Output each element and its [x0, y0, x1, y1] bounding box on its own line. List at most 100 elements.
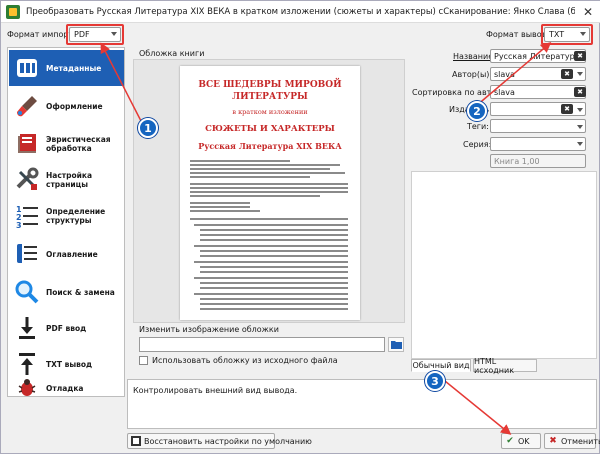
calibre-app-icon [6, 4, 20, 19]
cover-title-line-4: Русская Литература XIX ВЕКА [198, 141, 342, 151]
text-line [200, 266, 348, 268]
search-icon [14, 279, 40, 305]
title-bar: Преобразовать Русская Литература XIX ВЕК… [1, 1, 600, 23]
text-line [190, 206, 250, 208]
text-line [194, 245, 348, 247]
sidebar-item-debug[interactable]: Отладка [9, 378, 124, 398]
series-label: Серия: [463, 140, 492, 149]
tags-label: Теги: [467, 122, 489, 131]
text-line [194, 261, 348, 263]
text-line [200, 287, 348, 289]
clear-publisher-icon[interactable]: ✖ [561, 104, 573, 114]
help-description-text: Контролировать внешний вид вывода. [133, 386, 298, 395]
chevron-down-icon [577, 108, 583, 112]
tools-icon [14, 167, 40, 193]
text-line [200, 234, 348, 236]
author-sort-value: slava [494, 87, 515, 97]
cover-subtitle: в кратком изложении [232, 108, 308, 116]
title-field[interactable]: Русская Литература XIX В [490, 49, 586, 63]
text-line [190, 172, 345, 174]
title-value: Русская Литература XIX В [494, 51, 585, 61]
chevron-down-icon [577, 142, 583, 146]
text-line [200, 308, 348, 310]
restore-defaults-button[interactable]: Восстановить настройки по умолчанию [127, 433, 312, 449]
txt-arrow-icon [14, 351, 40, 377]
folder-icon [390, 341, 402, 349]
cover-heading: Обложка книги [139, 49, 205, 58]
sidebar-item-toc[interactable]: Оглавление [9, 236, 124, 272]
sidebar-item-txt-output[interactable]: TXT вывод [9, 346, 124, 382]
chevron-down-icon [577, 125, 583, 129]
text-line [190, 176, 310, 178]
output-preview-pane [411, 171, 597, 359]
sidebar-item-label: Настройка страницы [46, 171, 93, 189]
text-line [200, 250, 348, 252]
ok-label: OK [518, 436, 530, 446]
tab-html-label: HTML исходник [474, 356, 515, 375]
text-line [194, 224, 348, 226]
cover-title-line-2: ЛИТЕРАТУРЫ [232, 92, 308, 102]
text-line [190, 168, 330, 170]
author-label: Автор(ы): [452, 70, 493, 79]
book-number-spinner[interactable]: Книга 1,00 [490, 154, 586, 168]
sidebar-item-label: Эвристическая обработка [46, 135, 111, 153]
brush-icon [14, 93, 40, 119]
text-line [200, 282, 348, 284]
text-line [190, 195, 320, 197]
annotation-badge-1: 1 [138, 118, 158, 138]
toc-icon [14, 241, 40, 267]
sidebar-item-label: Оформление [46, 101, 103, 111]
text-line [200, 303, 348, 305]
text-line [190, 164, 340, 166]
restore-defaults-label: Восстановить настройки по умолчанию [144, 436, 312, 446]
sidebar-item-label: Отладка [46, 383, 84, 393]
cover-preview-area: ВСЕ ШЕДЕВРЫ МИРОВОЙ ЛИТЕРАТУРЫ в кратком… [133, 59, 405, 323]
sidebar-item-metadata[interactable]: Метаданные [9, 50, 124, 86]
help-description-box: Контролировать внешний вид вывода. [127, 379, 597, 429]
sidebar-item-structure[interactable]: 123 Определение структуры [9, 198, 124, 234]
clear-author-icon[interactable]: ✖ [561, 69, 573, 79]
cancel-label: Отменить [561, 436, 600, 446]
text-line [200, 239, 348, 241]
ok-button[interactable]: ✔ OK [501, 433, 541, 449]
checkmark-icon: ✔ [506, 436, 514, 446]
close-icon[interactable]: ✕ [575, 1, 600, 23]
author-sort-field[interactable]: slava [490, 85, 586, 99]
sidebar-item-label: Оглавление [46, 249, 98, 259]
sidebar-item-heuristics[interactable]: Эвристическая обработка [9, 126, 124, 162]
pdf-arrow-icon [14, 315, 40, 341]
window-title: Преобразовать Русская Литература XIX ВЕК… [26, 6, 575, 17]
sidebar-item-search-replace[interactable]: Поиск & замена [9, 274, 124, 310]
tags-field[interactable] [490, 119, 586, 133]
cover-page-image: ВСЕ ШЕДЕВРЫ МИРОВОЙ ЛИТЕРАТУРЫ в кратком… [180, 66, 360, 320]
use-source-cover-checkbox[interactable] [139, 356, 148, 365]
input-format-highlight [66, 24, 124, 45]
change-cover-label: Изменить изображение обложки [139, 325, 279, 334]
text-line [190, 202, 250, 204]
clear-title-icon[interactable]: ✖ [574, 51, 586, 61]
book-number-value: Книга 1,00 [494, 156, 540, 166]
text-line [190, 160, 290, 162]
text-line [190, 191, 348, 193]
tab-html-source[interactable]: HTML исходник [473, 356, 537, 375]
sidebar-item-page-setup[interactable]: Настройка страницы [9, 162, 124, 198]
browse-cover-button[interactable] [388, 337, 404, 352]
sidebar-item-label: PDF ввод [46, 323, 87, 333]
series-field[interactable] [490, 137, 586, 151]
use-source-cover-label: Использовать обложку из исходного файла [152, 356, 338, 365]
clear-author-sort-icon[interactable]: ✖ [574, 87, 586, 97]
sidebar-item-pdf-input[interactable]: PDF ввод [9, 310, 124, 346]
close-icon: ✖ [549, 436, 557, 446]
cover-path-input[interactable] [139, 337, 385, 352]
text-line [200, 255, 348, 257]
bug-icon [14, 379, 40, 397]
sidebar-item-look-feel[interactable]: Оформление [9, 88, 124, 124]
tab-normal-view[interactable]: Обычный вид [411, 359, 471, 372]
annotation-badge-3: 3 [425, 371, 445, 391]
text-line [190, 218, 348, 220]
sidebar: Метаданные Оформление Эвристическая обра… [7, 47, 125, 397]
structure-icon: 123 [14, 203, 40, 229]
cover-title-line-3: СЮЖЕТЫ И ХАРАКТЕРЫ [205, 124, 335, 134]
cover-title-line-1: ВСЕ ШЕДЕВРЫ МИРОВОЙ [198, 80, 342, 90]
cancel-button[interactable]: ✖ Отменить [544, 433, 600, 449]
